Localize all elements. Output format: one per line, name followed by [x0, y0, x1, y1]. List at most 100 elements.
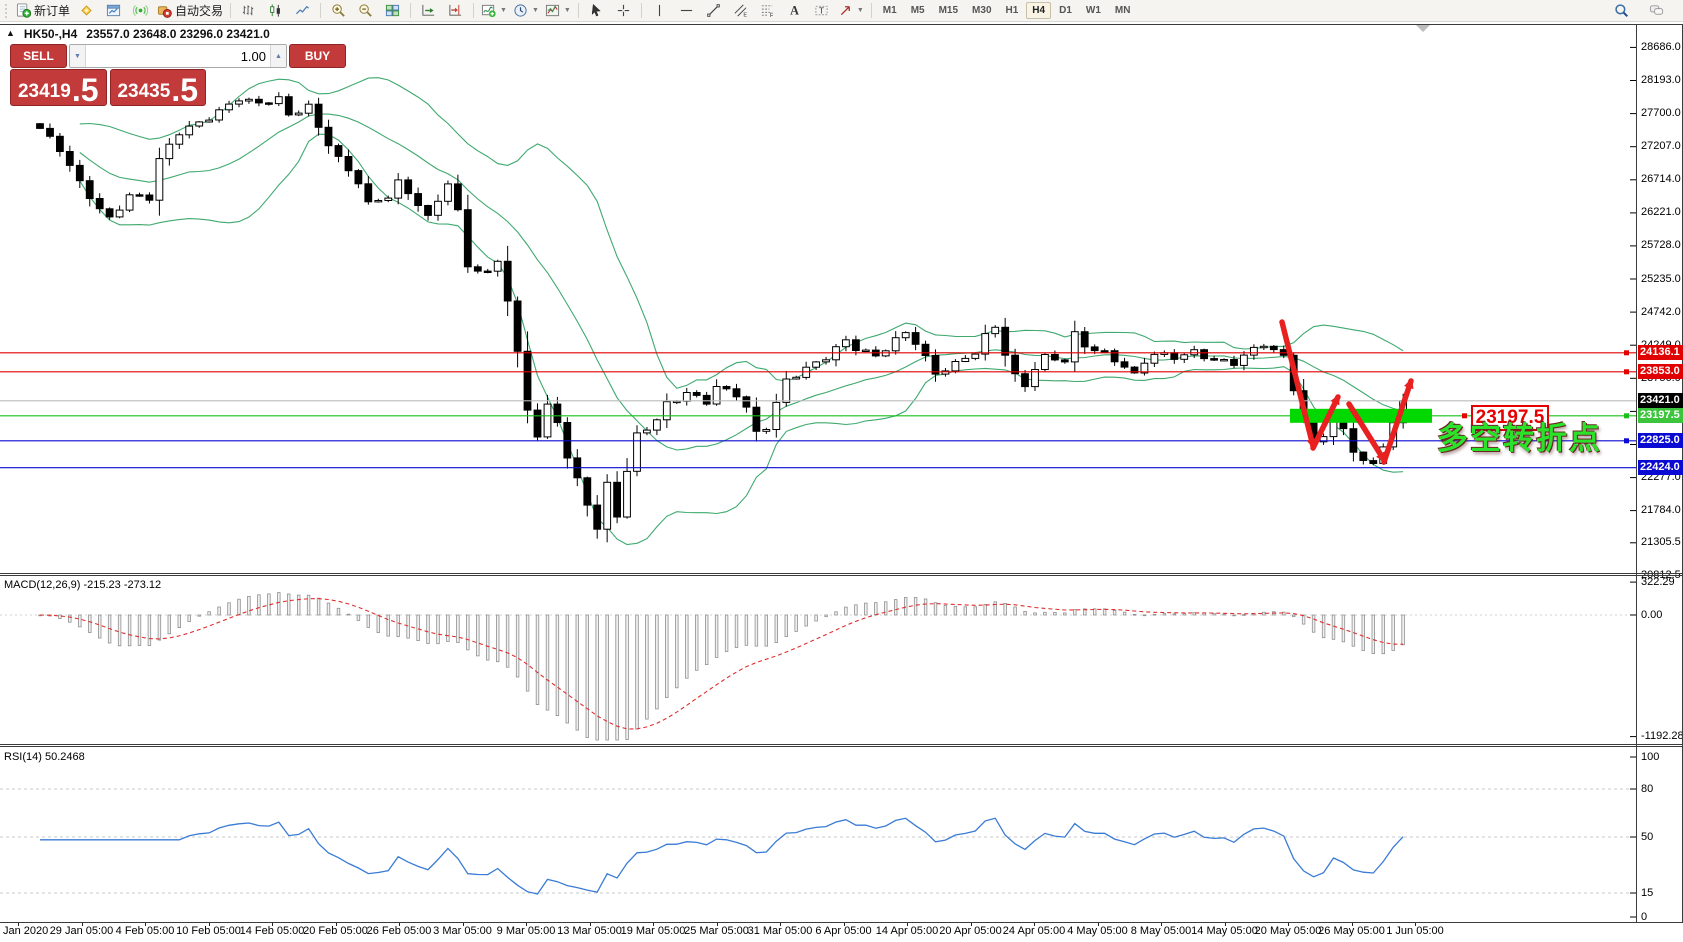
cursor-icon	[589, 3, 604, 18]
time-axis-tick	[1225, 923, 1226, 926]
time-axis-tick	[145, 923, 146, 926]
macd-pane-separator[interactable]	[0, 573, 1683, 574]
turning-point-annotation[interactable]: 多空转折点	[1437, 413, 1602, 458]
line-chart-icon	[295, 3, 310, 18]
channel-icon: E	[733, 3, 748, 18]
fibonacci-button[interactable]: F	[754, 0, 781, 21]
time-axis-tick	[717, 923, 718, 926]
price-axis-tick: 28193.0	[1641, 74, 1681, 87]
time-axis-tick	[653, 923, 654, 926]
cursor-button[interactable]	[583, 0, 610, 21]
timeframe-M1-button[interactable]: M1	[877, 2, 903, 19]
line-handle[interactable]	[1624, 438, 1629, 443]
time-axis-label: 26 Feb 05:00	[367, 925, 432, 937]
trendline-button[interactable]	[700, 0, 727, 21]
time-axis-label: 24 Apr 05:00	[1003, 925, 1065, 937]
time-axis-label: 29 Jan 05:00	[50, 925, 114, 937]
timeframe-M30-button[interactable]: M30	[966, 2, 997, 19]
price-tag-22424.0: 22424.0	[1638, 460, 1683, 475]
chart-shift-marker[interactable]	[1416, 25, 1430, 32]
volume-decrement-button[interactable]: ▼	[70, 45, 86, 67]
collapse-icon[interactable]: ▲	[6, 28, 15, 42]
macd-pane[interactable]	[0, 576, 1637, 744]
new-order-button[interactable]: 新订单	[13, 0, 73, 21]
toolbar-separator	[473, 3, 474, 18]
timeframe-W1-button[interactable]: W1	[1080, 2, 1107, 19]
chat-button[interactable]	[1643, 0, 1670, 21]
buy-price-display[interactable]: 23435 .5	[110, 69, 207, 106]
chart-shift-button[interactable]	[442, 0, 469, 21]
symbol-title: HK50-,H4	[24, 27, 77, 41]
new-order-icon	[16, 3, 31, 18]
line-handle[interactable]	[1624, 369, 1629, 374]
timeframe-H4-button[interactable]: H4	[1026, 2, 1051, 19]
line-handle[interactable]	[1624, 413, 1629, 418]
candlestick-button[interactable]	[262, 0, 289, 21]
timeframe-M5-button[interactable]: M5	[905, 2, 931, 19]
search-button[interactable]	[1608, 0, 1635, 21]
bar-chart-button[interactable]	[235, 0, 262, 21]
timeframe-M15-button[interactable]: M15	[933, 2, 964, 19]
time-axis-tick	[1288, 923, 1289, 926]
hline-button[interactable]	[673, 0, 700, 21]
text-button[interactable]: A	[781, 0, 808, 21]
candlestick-series	[37, 92, 1407, 542]
time-axis-label: 9 Mar 05:00	[497, 925, 556, 937]
time-axis-tick	[780, 923, 781, 926]
crosshair-button[interactable]	[610, 0, 637, 21]
label-button[interactable]: T	[808, 0, 835, 21]
line-chart-button[interactable]	[289, 0, 316, 21]
macd-axis-tick: 0.00	[1641, 609, 1662, 622]
timeframe-H1-button[interactable]: H1	[1000, 2, 1025, 19]
chat-icon	[1649, 3, 1664, 18]
timeframe-MN-button[interactable]: MN	[1109, 2, 1137, 19]
time-axis-tick	[1034, 923, 1035, 926]
line-handle[interactable]	[1624, 350, 1629, 355]
indicators-button[interactable]: ▼	[478, 0, 510, 21]
autotrading-button[interactable]: 自动交易	[154, 0, 226, 21]
vline-icon	[652, 3, 667, 18]
main-chart-svg	[0, 24, 1637, 573]
mt4-terminal: { "toolbar": { "left_buttons": [ {"name"…	[0, 0, 1683, 942]
metaeditor-icon	[79, 3, 94, 18]
templates-button[interactable]: ▼	[542, 0, 574, 21]
signals-button[interactable]	[127, 0, 154, 21]
price-axis-tick: 28686.0	[1641, 41, 1681, 54]
price-axis-tick: 25235.0	[1641, 273, 1681, 286]
price-tag-23853.0: 23853.0	[1638, 364, 1683, 379]
buy-price-fraction: .5	[171, 77, 198, 103]
volume-increment-button[interactable]: ▲	[270, 45, 286, 67]
time-axis-tick	[590, 923, 591, 926]
time-axis-label: 20 May 05:00	[1255, 925, 1322, 937]
rsi-line	[40, 818, 1403, 894]
timeframe-D1-button[interactable]: D1	[1053, 2, 1078, 19]
price-axis-tick: 26221.0	[1641, 206, 1681, 219]
time-axis-tick	[1352, 923, 1353, 926]
trendline-icon	[706, 3, 721, 18]
main-chart-pane[interactable]	[0, 24, 1637, 573]
chart-window-button[interactable]	[100, 0, 127, 21]
volume-input[interactable]	[86, 45, 270, 67]
buy-button[interactable]: BUY	[289, 44, 346, 68]
time-axis-tick	[463, 923, 464, 926]
shapes-button[interactable]: ▼	[835, 0, 867, 21]
time-axis-tick	[209, 923, 210, 926]
rsi-pane-separator[interactable]	[0, 744, 1683, 745]
svg-text:E: E	[743, 13, 747, 18]
price-axis-tick: 21305.5	[1641, 536, 1681, 549]
sell-button[interactable]: SELL	[10, 44, 67, 68]
time-axis-tick	[907, 923, 908, 926]
auto-scroll-button[interactable]	[415, 0, 442, 21]
macd-svg	[0, 576, 1637, 744]
sell-price-display[interactable]: 23419 .5	[10, 69, 107, 106]
vline-button[interactable]	[646, 0, 673, 21]
periods-button[interactable]: ▼	[510, 0, 542, 21]
metaeditor-button[interactable]	[73, 0, 100, 21]
channel-button[interactable]: E	[727, 0, 754, 21]
tile-windows-button[interactable]	[379, 0, 406, 21]
zoom-in-button[interactable]	[325, 0, 352, 21]
rsi-pane[interactable]	[0, 747, 1637, 922]
zoom-out-button[interactable]	[352, 0, 379, 21]
toolbar-separator	[230, 3, 231, 18]
time-axis-tick	[336, 923, 337, 926]
